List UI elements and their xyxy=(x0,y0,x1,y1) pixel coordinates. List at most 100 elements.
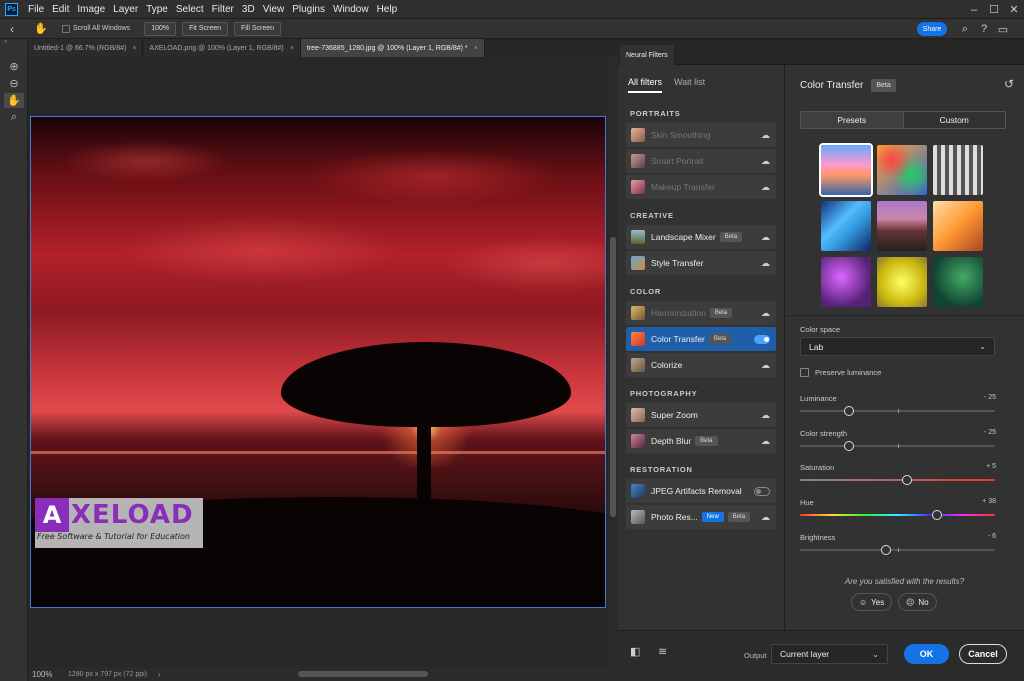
doc-tab[interactable]: Untitled-1 @ 66.7% (RGB/8#) × xyxy=(28,39,144,57)
slider-handle[interactable] xyxy=(880,545,891,555)
cloud-download-icon[interactable]: ☁ xyxy=(761,258,770,269)
close-tab-icon[interactable]: × xyxy=(290,45,294,52)
zoom-100-button[interactable]: 100% xyxy=(144,21,177,36)
luminance-slider[interactable] xyxy=(800,406,995,416)
brightness-slider[interactable] xyxy=(800,545,995,555)
menu-3d[interactable]: 3D xyxy=(238,0,259,19)
preview-toggle-icon[interactable]: ◧ xyxy=(630,645,644,659)
filter-skin-smoothing[interactable]: Skin Smoothing ☁ xyxy=(626,123,776,147)
filter-makeup-transfer[interactable]: Makeup Transfer ☁ xyxy=(626,175,776,199)
cloud-download-icon[interactable]: ☁ xyxy=(761,360,770,371)
saturation-slider[interactable] xyxy=(800,475,995,485)
zoom-tool-icon[interactable]: ⌕ xyxy=(4,110,24,125)
search-icon[interactable]: ⌕ xyxy=(958,22,972,36)
cloud-download-icon[interactable]: ☁ xyxy=(761,156,770,167)
collapse-icon[interactable]: » xyxy=(0,39,27,47)
fit-screen-button[interactable]: Fit Screen xyxy=(182,21,228,36)
menu-plugins[interactable]: Plugins xyxy=(288,0,329,19)
preset-thumbnail[interactable] xyxy=(821,257,871,307)
status-chevron-icon[interactable]: › xyxy=(158,670,161,679)
close-tab-icon[interactable]: × xyxy=(474,45,478,52)
help-icon[interactable]: ? xyxy=(977,22,991,36)
preset-thumbnail[interactable] xyxy=(877,257,927,307)
cloud-download-icon[interactable]: ☁ xyxy=(761,182,770,193)
tab-wait-list[interactable]: Wait list xyxy=(674,77,705,93)
layers-icon[interactable]: ≋ xyxy=(658,645,672,659)
zoom-level[interactable]: 100% xyxy=(28,670,68,679)
filter-toggle[interactable] xyxy=(754,334,770,344)
menu-filter[interactable]: Filter xyxy=(208,0,238,19)
filter-landscape-mixer[interactable]: Landscape Mixer Beta ☁ xyxy=(626,225,776,249)
preset-thumbnail[interactable] xyxy=(821,201,871,251)
cloud-download-icon[interactable]: ☁ xyxy=(761,130,770,141)
menu-layer[interactable]: Layer xyxy=(109,0,142,19)
cancel-button[interactable]: Cancel xyxy=(959,644,1007,664)
menu-edit[interactable]: Edit xyxy=(48,0,73,19)
horizontal-scrollbar-thumb[interactable] xyxy=(298,671,428,677)
vertical-scrollbar[interactable] xyxy=(608,57,618,667)
cloud-download-icon[interactable]: ☁ xyxy=(761,232,770,243)
preset-thumbnail[interactable] xyxy=(877,145,927,195)
menu-help[interactable]: Help xyxy=(373,0,402,19)
feedback-yes-button[interactable]: ☺ Yes xyxy=(851,593,893,611)
color-space-dropdown[interactable]: Lab ⌄ xyxy=(800,337,995,356)
fill-screen-button[interactable]: Fill Screen xyxy=(234,21,282,36)
document-image[interactable]: A XELOAD Free Software & Tutorial for Ed… xyxy=(30,116,606,608)
close-tab-icon[interactable]: × xyxy=(132,45,136,52)
menu-file[interactable]: File xyxy=(24,0,48,19)
zoom-in-icon[interactable]: ⊕ xyxy=(4,59,24,74)
preset-thumbnail[interactable] xyxy=(819,143,873,197)
zoom-out-icon[interactable]: ⊖ xyxy=(4,76,24,91)
menu-window[interactable]: Window xyxy=(329,0,373,19)
filter-toggle[interactable] xyxy=(754,486,770,496)
tab-custom[interactable]: Custom xyxy=(904,112,1006,128)
menu-select[interactable]: Select xyxy=(172,0,208,19)
cloud-download-icon[interactable]: ☁ xyxy=(761,410,770,421)
menu-image[interactable]: Image xyxy=(73,0,109,19)
share-button[interactable]: Share xyxy=(917,22,947,36)
filter-color-transfer[interactable]: Color Transfer Beta xyxy=(626,327,776,351)
back-arrow-icon[interactable]: ‹ xyxy=(10,22,24,36)
filter-depth-blur[interactable]: Depth Blur Beta ☁ xyxy=(626,429,776,453)
scroll-all-windows-checkbox[interactable]: Scroll All Windows xyxy=(62,24,130,33)
workspace-icon[interactable]: ▭ xyxy=(996,22,1010,36)
hand-tool-icon[interactable]: ✋ xyxy=(4,93,24,108)
filter-harmonization[interactable]: Harmonization Beta ☁ xyxy=(626,301,776,325)
slider-handle[interactable] xyxy=(843,406,854,416)
preset-thumbnail[interactable] xyxy=(933,257,983,307)
slider-handle[interactable] xyxy=(902,475,913,485)
tab-all-filters[interactable]: All filters xyxy=(628,77,663,93)
preset-thumbnail[interactable] xyxy=(933,201,983,251)
doc-tab[interactable]: AXELOAD.png @ 100% (Layer 1, RGB/8#) × xyxy=(143,39,301,57)
scrollbar-thumb[interactable] xyxy=(610,237,616,517)
slider-handle[interactable] xyxy=(932,510,943,520)
reset-icon[interactable]: ↺ xyxy=(1004,77,1014,91)
tab-presets[interactable]: Presets xyxy=(801,112,904,128)
minimize-icon[interactable]: – xyxy=(964,0,984,19)
preset-thumbnail[interactable] xyxy=(933,145,983,195)
filter-style-transfer[interactable]: Style Transfer ☁ xyxy=(626,251,776,275)
ok-button[interactable]: OK xyxy=(904,644,949,664)
slider-handle[interactable] xyxy=(843,441,854,451)
doc-tab-active[interactable]: tree-736885_1280.jpg @ 100% (Layer 1, RG… xyxy=(300,39,485,57)
filter-super-zoom[interactable]: Super Zoom ☁ xyxy=(626,403,776,427)
color-strength-slider[interactable] xyxy=(800,441,995,451)
close-icon[interactable]: ✕ xyxy=(1004,0,1024,19)
output-dropdown[interactable]: Current layer ⌄ xyxy=(771,644,888,664)
maximize-icon[interactable]: ☐ xyxy=(984,0,1004,19)
cloud-download-icon[interactable]: ☁ xyxy=(761,436,770,447)
filter-smart-portrait[interactable]: Smart Portrait ☁ xyxy=(626,149,776,173)
canvas-area[interactable]: A XELOAD Free Software & Tutorial for Ed… xyxy=(28,57,608,667)
preset-thumbnail[interactable] xyxy=(877,201,927,251)
feedback-no-button[interactable]: ☹ No xyxy=(898,593,937,611)
cloud-download-icon[interactable]: ☁ xyxy=(761,308,770,319)
filter-photo-restoration[interactable]: Photo Res... New Beta ☁ xyxy=(626,505,776,529)
neural-filters-panel-tab[interactable]: Neural Filters xyxy=(620,45,674,65)
preserve-luminance-checkbox[interactable]: Preserve luminance xyxy=(800,368,881,377)
document-info[interactable]: 1280 px x 797 px (72 ppi) xyxy=(68,671,158,678)
filter-colorize[interactable]: Colorize ☁ xyxy=(626,353,776,377)
cloud-download-icon[interactable]: ☁ xyxy=(761,512,770,523)
menu-view[interactable]: View xyxy=(259,0,289,19)
hue-slider[interactable] xyxy=(800,510,995,520)
filter-jpeg-artifacts-removal[interactable]: JPEG Artifacts Removal xyxy=(626,479,776,503)
